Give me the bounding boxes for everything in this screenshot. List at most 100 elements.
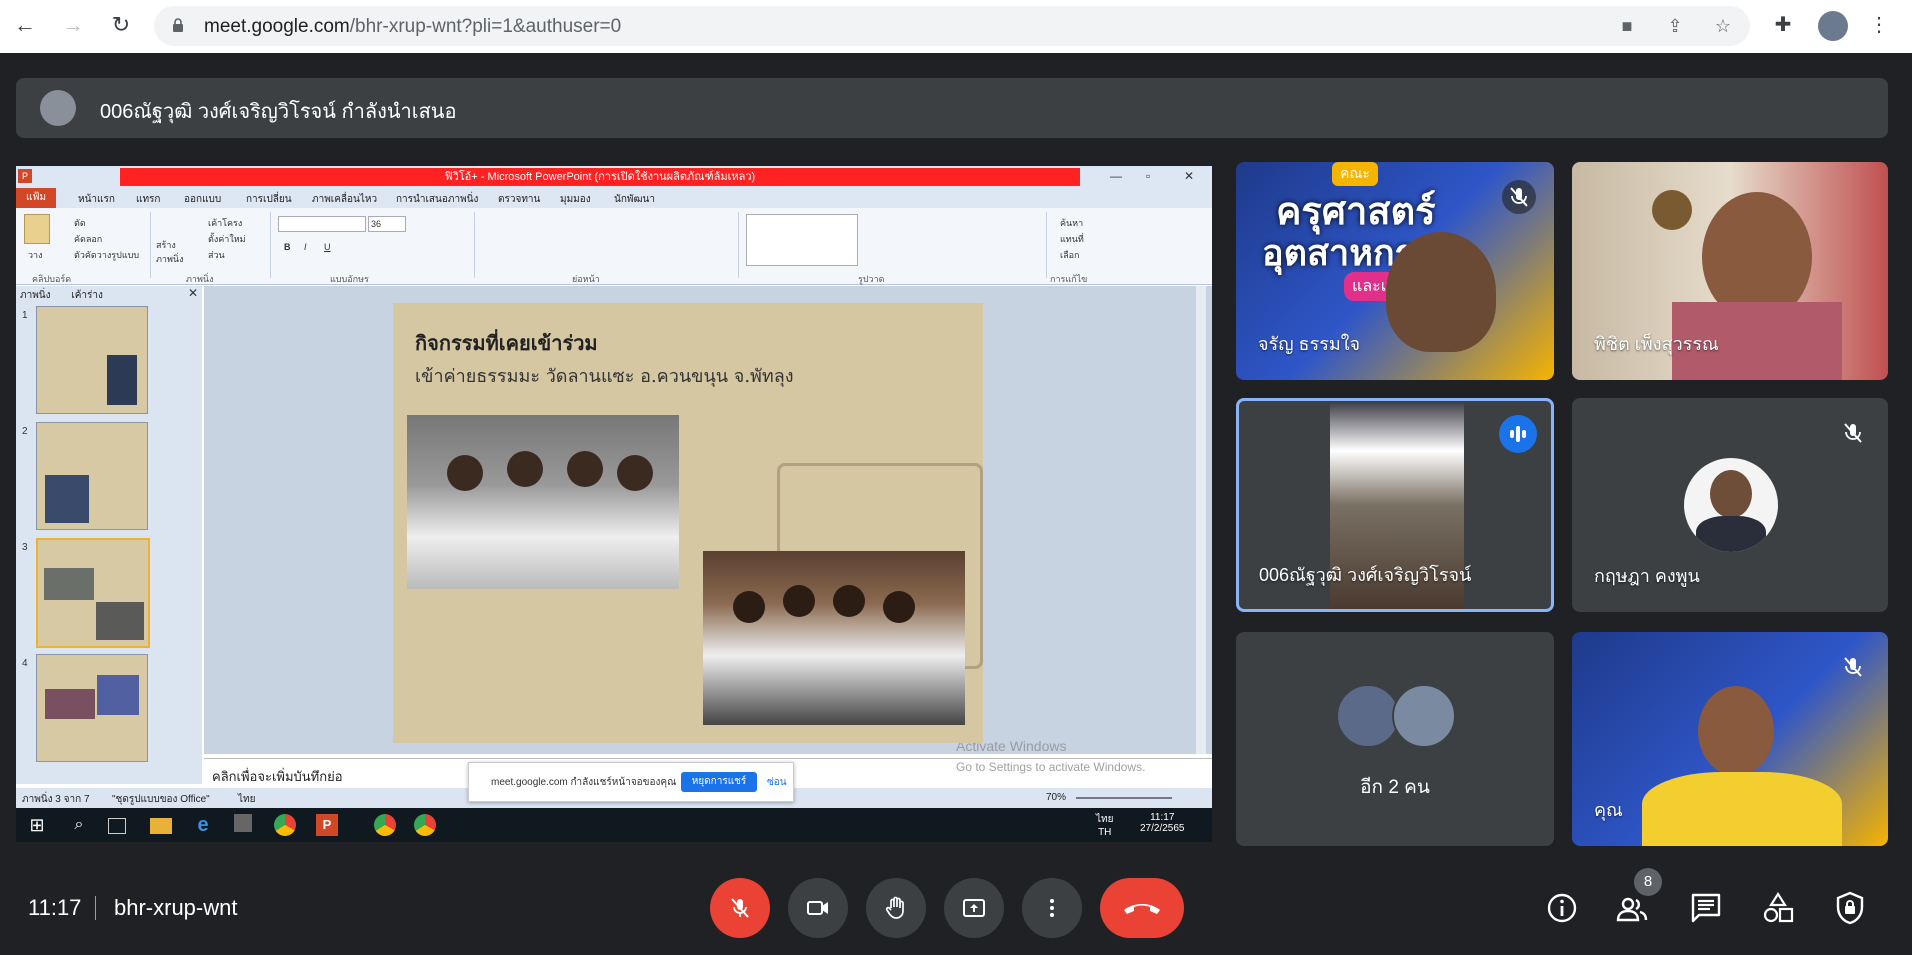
language-status: ไทย	[238, 794, 256, 805]
pane-tab-outline[interactable]: เค้าร่าง	[71, 290, 103, 301]
new-slide-button[interactable]: สร้างภาพนิ่ง	[156, 238, 186, 266]
powerpoint-taskbar-icon[interactable]: P	[316, 814, 338, 836]
reload-icon[interactable]: ↻	[108, 12, 134, 38]
bold-icon[interactable]: B	[284, 242, 291, 252]
windows-taskbar: ⊞ ⌕ e P ไทย TH 11:17 27/2/2565	[16, 808, 1212, 842]
wall-clock	[1652, 190, 1692, 230]
address-bar[interactable]: meet.google.com/bhr-xrup-wnt?pli=1&authu…	[154, 6, 1750, 46]
task-view-icon[interactable]	[108, 818, 126, 834]
raise-hand-button[interactable]	[866, 878, 926, 938]
taskbar-clock[interactable]: 11:17 27/2/2565	[1140, 812, 1185, 834]
chrome-icon[interactable]	[414, 814, 436, 836]
tab-developer[interactable]: นักพัฒนา	[614, 192, 655, 207]
font-size-box[interactable]: 36	[368, 216, 406, 232]
tab-insert[interactable]: แทรก	[136, 192, 160, 207]
url-path: /bhr-xrup-wnt?pli=1&authuser=0	[349, 16, 622, 37]
back-icon[interactable]: ←	[12, 12, 38, 38]
chat-button[interactable]	[1688, 890, 1724, 926]
format-painter-button[interactable]: ตัวคัดวางรูปแบบ	[74, 248, 139, 262]
leave-call-button[interactable]	[1100, 878, 1184, 938]
search-icon[interactable]: ⌕	[68, 814, 90, 836]
participant-tile-speaking[interactable]: 006ณัฐวุฒิ วงศ์เจริญวิโรจน์	[1236, 398, 1554, 612]
paste-icon[interactable]	[24, 214, 50, 244]
camera-toggle-button[interactable]	[788, 878, 848, 938]
font-name-box[interactable]	[278, 216, 366, 232]
group-editing: การแก้ไข	[1050, 274, 1088, 284]
others-tile[interactable]: อีก 2 คน	[1236, 632, 1554, 846]
lang-bottom: TH	[1098, 827, 1112, 838]
find-button[interactable]: ค้นหา	[1060, 216, 1083, 230]
replace-button[interactable]: แทนที่	[1060, 232, 1084, 246]
minimize-icon[interactable]: —	[1110, 169, 1122, 183]
tab-animations[interactable]: ภาพเคลื่อนไหว	[312, 192, 377, 207]
slide-heading: กิจกรรมที่เคยเข้าร่วม	[415, 331, 598, 355]
shield-lock-icon	[1836, 891, 1864, 925]
stop-sharing-button[interactable]: หยุดการแชร์	[681, 772, 757, 792]
host-controls-button[interactable]	[1832, 890, 1868, 926]
participant-tile[interactable]: คณะ ครุศาสตร์ อุตสาหกรรม และเทคโ จรัญ ธร…	[1236, 162, 1554, 380]
maximize-icon[interactable]: ▫	[1146, 169, 1150, 183]
slide-thumbnail[interactable]	[36, 422, 148, 530]
activities-button[interactable]	[1760, 890, 1796, 926]
store-icon[interactable]	[234, 814, 252, 832]
mic-off-icon	[1836, 650, 1870, 684]
select-button[interactable]: เลือก	[1060, 248, 1079, 262]
taskbar-time: 11:17	[1150, 812, 1175, 823]
profile-avatar[interactable]	[1818, 11, 1848, 41]
slide-thumbnail[interactable]	[36, 654, 148, 762]
paste-label[interactable]: วาง	[28, 248, 43, 262]
forward-icon[interactable]: →	[60, 12, 86, 38]
vertical-scrollbar[interactable]	[1196, 286, 1206, 754]
bookmark-star-icon[interactable]: ☆	[1712, 15, 1734, 37]
edge-icon[interactable]: e	[192, 814, 214, 836]
italic-icon[interactable]: I	[304, 242, 307, 252]
slide-thumbnail[interactable]	[36, 306, 148, 414]
tab-design[interactable]: ออกแบบ	[184, 192, 221, 207]
more-vert-icon[interactable]: ⋮	[1866, 12, 1892, 38]
pane-close-icon[interactable]: ✕	[188, 286, 198, 300]
hide-notice-button[interactable]: ซ่อน	[767, 775, 787, 790]
participant-tile[interactable]: กฤษฎา คงพูน	[1572, 398, 1888, 612]
participant-name: จรัญ ธรรมใจ	[1258, 334, 1361, 354]
mic-toggle-button[interactable]	[710, 878, 770, 938]
current-slide[interactable]: กิจกรรมที่เคยเข้าร่วม เข้าค่ายธรรมมะ วัด…	[393, 303, 983, 743]
zoom-level[interactable]: 70%	[1046, 792, 1066, 803]
extensions-icon[interactable]: ✚	[1770, 12, 1796, 38]
chrome-icon[interactable]	[274, 814, 296, 836]
tab-transitions[interactable]: การเปลี่ยน	[246, 192, 292, 207]
group-photo-2	[703, 551, 965, 725]
tab-view[interactable]: มุมมอง	[560, 192, 591, 207]
chrome-profile-icon[interactable]	[374, 814, 396, 836]
copy-button[interactable]: คัดลอก	[74, 232, 102, 246]
close-icon[interactable]: ✕	[1184, 169, 1194, 183]
tab-home[interactable]: หน้าแรก	[78, 192, 115, 207]
section-button[interactable]: ส่วน	[208, 248, 225, 262]
meeting-details-button[interactable]	[1544, 890, 1580, 926]
tab-slideshow[interactable]: การนำเสนอภาพนิ่ง	[396, 192, 478, 207]
file-explorer-icon[interactable]	[150, 818, 172, 834]
slide-thumbnail-pane: ภาพนิ่ง เค้าร่าง ✕ 1 2 3 4	[16, 286, 202, 784]
camera-blocked-icon[interactable]: ■	[1616, 15, 1638, 37]
participant-tile[interactable]: พิชิต เพ็งสุวรรณ	[1572, 162, 1888, 380]
shapes-gallery[interactable]	[746, 214, 858, 266]
group-drawing: รูปวาด	[858, 274, 885, 284]
taskbar-language[interactable]: ไทย TH	[1096, 812, 1113, 838]
pane-tab-slides[interactable]: ภาพนิ่ง	[20, 290, 51, 301]
present-screen-button[interactable]	[944, 878, 1004, 938]
more-options-button[interactable]	[1022, 878, 1082, 938]
windows-start-icon[interactable]: ⊞	[26, 814, 48, 836]
zoom-slider[interactable]	[1076, 797, 1172, 799]
reset-button[interactable]: ตั้งค่าใหม่	[208, 232, 246, 246]
participant-avatar	[1684, 458, 1778, 552]
layout-button[interactable]: เค้าโครง	[208, 216, 242, 230]
self-tile[interactable]: คุณ	[1572, 632, 1888, 846]
tab-review[interactable]: ตรวจทาน	[498, 192, 540, 207]
slide-thumbnail-selected[interactable]	[36, 538, 150, 648]
underline-icon[interactable]: U	[324, 242, 331, 252]
share-icon[interactable]: ⇪	[1664, 15, 1686, 37]
people-button[interactable]: 8	[1614, 868, 1662, 926]
thumb-number: 4	[22, 658, 28, 669]
file-tab[interactable]: แฟ้ม	[16, 188, 56, 208]
cut-button[interactable]: ตัด	[74, 216, 86, 230]
url-text[interactable]: meet.google.com/bhr-xrup-wnt?pli=1&authu…	[204, 16, 621, 38]
